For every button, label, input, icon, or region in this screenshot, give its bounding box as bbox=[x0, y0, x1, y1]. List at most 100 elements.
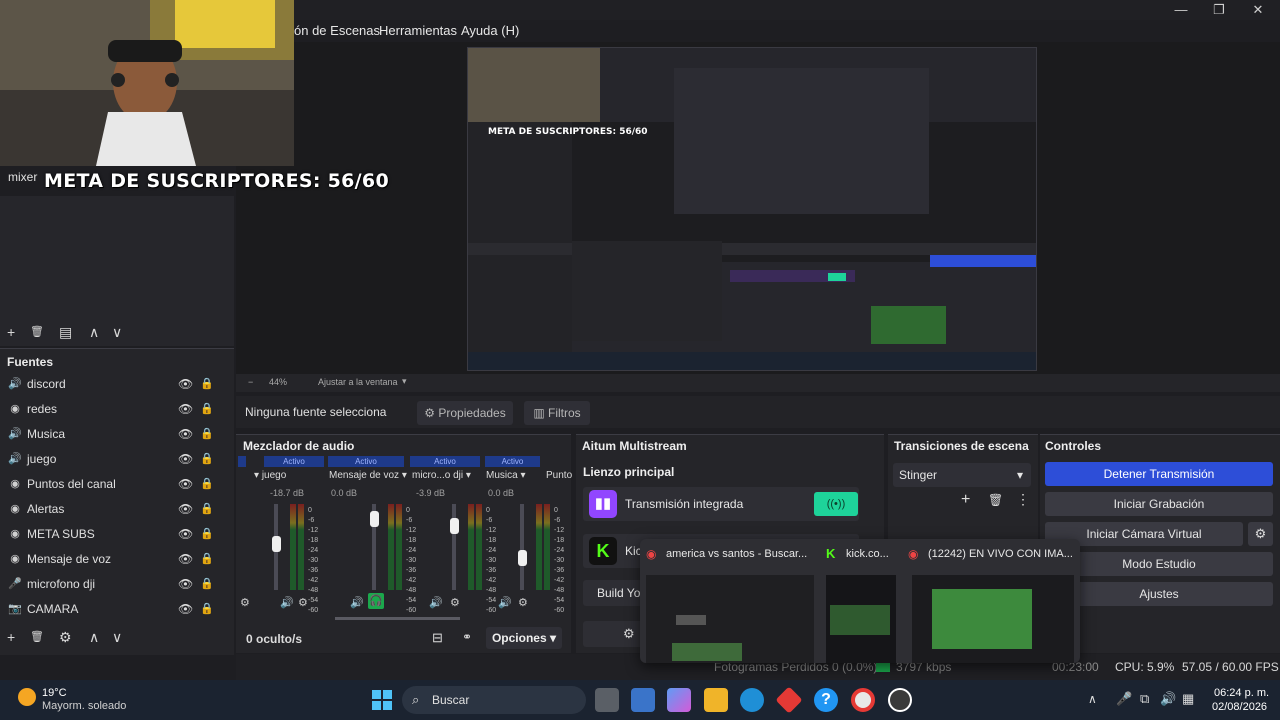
gear-icon[interactable]: ⚙ bbox=[59, 629, 72, 646]
eye-icon[interactable]: 👁 bbox=[178, 472, 193, 497]
stop-streaming-button[interactable]: Detener Transmisión bbox=[1045, 462, 1273, 486]
volume-fader-knob[interactable] bbox=[517, 549, 527, 566]
source-item[interactable]: ◉ Mensaje de voz 👁 🔒 bbox=[0, 547, 226, 572]
source-item[interactable]: 📷 CAMARA 👁 🔒 bbox=[0, 597, 226, 622]
source-item[interactable]: 🎤 microfono dji 👁 🔒 bbox=[0, 572, 226, 597]
maximize-button[interactable]: ❐ bbox=[1204, 2, 1234, 18]
chevron-up-icon[interactable]: ∧ bbox=[1088, 692, 1097, 706]
task-view-icon[interactable] bbox=[595, 688, 619, 712]
remove-transition-icon[interactable]: 🗑 bbox=[988, 493, 1003, 507]
twitch-output-row: ▮▮ Transmisión integrada ((•)) bbox=[583, 487, 859, 521]
volume-icon[interactable]: 🔊 bbox=[280, 596, 294, 609]
volume-icon[interactable]: 🔊 bbox=[350, 596, 364, 609]
eye-icon[interactable]: 👁 bbox=[178, 547, 193, 572]
layout-icon[interactable]: ⊟ bbox=[432, 630, 443, 646]
lock-icon[interactable]: 🔒 bbox=[200, 522, 214, 547]
lock-icon[interactable]: 🔒 bbox=[200, 597, 214, 622]
window-preview bbox=[646, 575, 814, 663]
help-icon[interactable]: ? bbox=[814, 688, 838, 712]
remove-scene-icon[interactable]: 🗑 bbox=[30, 325, 44, 338]
twitch-label: Transmisión integrada bbox=[625, 497, 744, 511]
eye-icon[interactable]: 👁 bbox=[178, 447, 193, 472]
eye-icon[interactable]: 👁 bbox=[178, 422, 193, 447]
move-up-icon[interactable]: ∧ bbox=[89, 324, 99, 341]
eye-icon[interactable]: 👁 bbox=[178, 572, 193, 597]
temperature: 19°C bbox=[42, 687, 67, 699]
move-up-icon[interactable]: ∧ bbox=[89, 629, 99, 646]
weather-icon bbox=[18, 688, 36, 706]
thumbnail-window[interactable]: ◉ america vs santos - Buscar... bbox=[646, 545, 822, 663]
file-explorer-icon[interactable] bbox=[704, 688, 728, 712]
lock-icon[interactable]: 🔒 bbox=[200, 547, 214, 572]
source-item[interactable]: 🔊 Musica 👁 🔒 bbox=[0, 422, 226, 447]
db-scale-tick: -42 bbox=[308, 577, 319, 584]
mixer-scrollbar[interactable] bbox=[335, 617, 460, 620]
source-label: juego bbox=[27, 452, 57, 466]
db-scale-tick: 0 bbox=[486, 507, 490, 514]
volume-icon[interactable]: 🔊 bbox=[429, 596, 443, 609]
store-icon[interactable] bbox=[631, 688, 655, 712]
source-item[interactable]: ◉ META SUBS 👁 🔒 bbox=[0, 522, 226, 547]
eye-icon[interactable]: 👁 bbox=[178, 497, 193, 522]
gear-icon[interactable]: ⚙ bbox=[518, 596, 528, 609]
chrome-icon: ◉ bbox=[646, 547, 657, 561]
mic-icon[interactable]: 🎤 bbox=[1116, 691, 1132, 707]
lock-icon[interactable]: 🔒 bbox=[200, 422, 214, 447]
remove-source-icon[interactable]: 🗑 bbox=[30, 630, 44, 643]
stream-live-toggle[interactable]: ((•)) bbox=[814, 492, 858, 516]
volume-fader-knob[interactable] bbox=[271, 535, 281, 552]
eye-icon[interactable]: 👁 bbox=[178, 522, 193, 547]
add-source-icon[interactable]: + bbox=[7, 629, 15, 645]
source-item[interactable]: 🔊 juego 👁 🔒 bbox=[0, 447, 226, 472]
volume-fader-knob[interactable] bbox=[369, 511, 379, 527]
move-down-icon[interactable]: ∨ bbox=[112, 629, 122, 646]
add-transition-icon[interactable]: + bbox=[961, 491, 970, 509]
gear-icon[interactable]: ⚙ bbox=[450, 596, 460, 609]
eye-icon[interactable]: 👁 bbox=[178, 397, 193, 422]
fps: 57.05 / 60.00 FPS bbox=[1182, 660, 1279, 674]
scene-filters-icon[interactable]: ▤ bbox=[59, 324, 72, 341]
more-icon[interactable]: ⋮ bbox=[1016, 491, 1030, 508]
lock-icon[interactable]: 🔒 bbox=[200, 447, 214, 472]
volume-fader-track[interactable] bbox=[452, 504, 456, 590]
start-recording-button[interactable]: Iniciar Grabación bbox=[1045, 492, 1273, 516]
move-down-icon[interactable]: ∨ bbox=[112, 324, 122, 341]
monitor-headphones-icon[interactable]: 🎧 bbox=[368, 593, 384, 609]
chrome-icon[interactable] bbox=[851, 688, 875, 712]
volume-icon[interactable]: 🔊 bbox=[1160, 691, 1176, 707]
transition-select[interactable]: Stinger ▾ bbox=[893, 463, 1031, 487]
close-button[interactable]: ✕ bbox=[1243, 2, 1273, 18]
eye-icon[interactable]: 👁 bbox=[178, 597, 193, 622]
source-item[interactable]: ◉ Alertas 👁 🔒 bbox=[0, 497, 226, 522]
minimize-button[interactable]: — bbox=[1166, 2, 1196, 18]
edge-icon[interactable] bbox=[740, 688, 764, 712]
thumbnail-window[interactable]: ◉ (12242) EN VIVO CON IMA... bbox=[908, 545, 1076, 663]
display-icon[interactable]: ⧉ bbox=[1140, 691, 1149, 707]
db-scale-tick: -6 bbox=[486, 517, 493, 524]
obs-icon[interactable] bbox=[888, 688, 912, 712]
gear-icon[interactable]: ⚙ bbox=[240, 596, 250, 609]
lock-icon[interactable]: 🔒 bbox=[200, 497, 214, 522]
lock-icon[interactable]: 🔒 bbox=[200, 472, 214, 497]
search-box[interactable]: ⌕ Buscar bbox=[402, 686, 586, 714]
start-icon[interactable] bbox=[372, 690, 392, 710]
preview-block bbox=[830, 605, 890, 635]
eye-icon[interactable]: 👁 bbox=[178, 372, 193, 397]
link-icon[interactable]: ⚭ bbox=[462, 630, 472, 644]
source-item[interactable]: ◉ redes 👁 🔒 bbox=[0, 397, 226, 422]
volume-icon[interactable]: 🔊 bbox=[498, 596, 512, 609]
gear-icon[interactable]: ⚙ bbox=[1248, 522, 1273, 546]
volume-fader-track[interactable] bbox=[520, 504, 524, 590]
source-item[interactable]: ◉ Puntos del canal 👁 🔒 bbox=[0, 472, 226, 497]
network-icon[interactable]: ▦ bbox=[1182, 691, 1194, 707]
lock-icon[interactable]: 🔒 bbox=[200, 372, 214, 397]
gear-icon[interactable]: ⚙ bbox=[298, 596, 308, 609]
thumbnail-window[interactable]: K kick.co... bbox=[826, 545, 902, 663]
add-scene-icon[interactable]: + bbox=[7, 324, 15, 340]
volume-fader-knob[interactable] bbox=[449, 518, 459, 534]
options-button[interactable]: Opciones ▾ bbox=[486, 627, 562, 649]
lock-icon[interactable]: 🔒 bbox=[200, 572, 214, 597]
source-item[interactable]: 🔊 discord 👁 🔒 bbox=[0, 372, 226, 397]
lock-icon[interactable]: 🔒 bbox=[200, 397, 214, 422]
copilot-icon[interactable] bbox=[667, 688, 691, 712]
